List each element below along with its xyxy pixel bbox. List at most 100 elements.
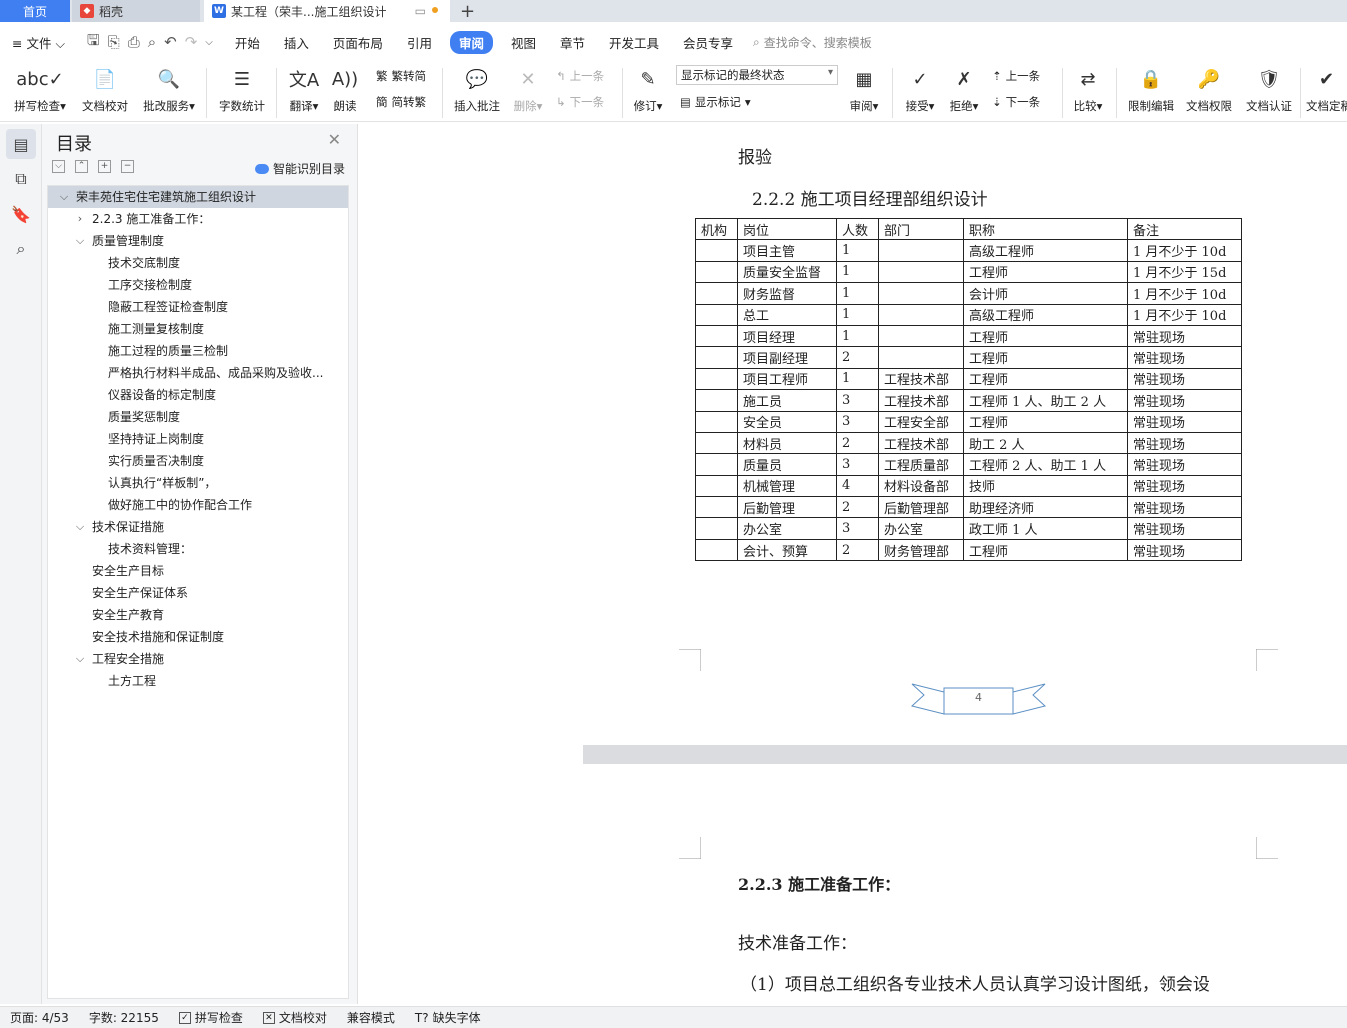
chevron-down-icon[interactable]: ⌵ — [74, 516, 86, 538]
doc-auth-button[interactable]: 🛡 文档认证 — [1242, 64, 1296, 114]
toc-item[interactable]: 安全生产目标 — [48, 560, 348, 582]
toc-item[interactable]: 安全技术措施和保证制度 — [48, 626, 348, 648]
toc-item[interactable]: 工序交接检制度 — [48, 274, 348, 296]
toc-item[interactable]: ⌵ 工程安全措施 — [48, 648, 348, 670]
close-icon[interactable]: ✕ — [328, 130, 341, 149]
track-changes-button[interactable]: ✎ 修订▾ — [628, 64, 668, 114]
toc-item-label: 仪器设备的标定制度 — [108, 388, 217, 402]
undo-icon[interactable]: ↶ — [164, 33, 177, 51]
doc-permission-button[interactable]: 🔑 文档权限 — [1182, 64, 1236, 114]
table-cell: 施工员 — [737, 389, 837, 412]
print-icon[interactable]: ⎙ — [128, 33, 140, 51]
remove-level-icon[interactable]: − — [121, 160, 134, 173]
print-preview-icon[interactable]: ⌕ — [148, 33, 156, 51]
tab-screen-icon[interactable]: ▭ — [415, 4, 426, 18]
toc-item[interactable]: 土方工程 — [48, 670, 348, 692]
status-doc-proof[interactable]: ✕ 文档校对 — [253, 1009, 337, 1026]
next-change-button[interactable]: ⇣ 下一条 — [992, 94, 1040, 110]
menu-tab[interactable]: 视图 — [499, 33, 548, 52]
simp-to-trad-button[interactable]: 簡简转繁 — [376, 94, 426, 110]
toc-item[interactable]: 做好施工中的协作配合工作 — [48, 494, 348, 516]
show-markup-button[interactable]: ▤ 显示标记 ▾ — [680, 94, 751, 110]
export-pdf-icon[interactable]: ⎘ — [108, 33, 120, 51]
toc-panel-icon[interactable]: ▤ — [6, 129, 36, 159]
toc-item[interactable]: 施工测量复核制度 — [48, 318, 348, 340]
customize-chevron-icon[interactable]: ⌵ — [205, 37, 213, 48]
doc-final-button[interactable]: ✔ 文档定稿 — [1306, 64, 1347, 114]
toc-item[interactable]: ⌵ 技术保证措施 — [48, 516, 348, 538]
toc-item[interactable]: ⌵ 质量管理制度 — [48, 230, 348, 252]
toc-item[interactable]: › 2.2.3 施工准备工作： — [48, 208, 348, 230]
page-indicator[interactable]: 页面: 4/53 — [0, 1009, 79, 1026]
toc-item[interactable]: 坚持持证上岗制度 — [48, 428, 348, 450]
toc-item[interactable]: 质量奖惩制度 — [48, 406, 348, 428]
collapse-all-icon[interactable]: ⌃ — [75, 160, 88, 173]
tab-daoke[interactable]: ◆ 稻壳 — [72, 0, 200, 22]
compare-button[interactable]: ⇄ 比较▾ — [1068, 64, 1108, 114]
doc-proof-button[interactable]: 📄 文档校对 — [78, 64, 132, 114]
toc-item[interactable]: 仪器设备的标定制度 — [48, 384, 348, 406]
toc-item[interactable]: 技术交底制度 — [48, 252, 348, 274]
toc-item[interactable]: 安全生产保证体系 — [48, 582, 348, 604]
menu-tab[interactable]: 页面布局 — [321, 33, 395, 52]
table-cell: 工程师 — [963, 410, 1128, 433]
doc-paragraph: （1）项目总工组织各专业技术人员认真学习设计图纸，领会设 — [740, 975, 1210, 995]
trad-to-simp-button[interactable]: 繁繁转简 — [376, 68, 426, 84]
prev-comment-button[interactable]: ↰ 上一条 — [556, 68, 604, 84]
document-page[interactable] — [583, 764, 1347, 1004]
expand-all-icon[interactable]: ⌵ — [52, 160, 65, 173]
prev-change-button[interactable]: ⇡ 上一条 — [992, 68, 1040, 84]
table-header-cell: 备注 — [1127, 217, 1242, 241]
toc-item[interactable]: 隐蔽工程签证检查制度 — [48, 296, 348, 318]
table-cell: 2 — [836, 496, 879, 519]
menu-tab[interactable]: 章节 — [548, 33, 597, 52]
reject-button[interactable]: ✗ 拒绝▾ — [944, 64, 984, 114]
toc-item[interactable]: 认真执行“样板制”， — [48, 472, 348, 494]
toc-item[interactable]: 严格执行材料半成品、成品采购及验收... — [48, 362, 348, 384]
table-row: 项目工程师 1 工程技术部 工程师 常驻现场 — [695, 367, 1242, 391]
command-search[interactable]: ⌕ 查找命令、搜索模板 — [753, 34, 872, 51]
delete-comment-button[interactable]: ✕ 删除▾ — [508, 64, 548, 114]
spell-check-button[interactable]: abc✓ 拼写检查▾ — [8, 64, 72, 114]
status-spell-check[interactable]: ✓ 拼写检查 — [169, 1009, 253, 1026]
bookmark-icon[interactable]: 🔖 — [6, 199, 36, 229]
insert-comment-button[interactable]: 💬 插入批注 — [450, 64, 504, 114]
tab-home[interactable]: 首页 — [0, 0, 70, 22]
review-service-button[interactable]: 🔍 批改服务▾ — [138, 64, 200, 114]
toc-item[interactable]: ⌵ 荣丰苑住宅住宅建筑施工组织设计 — [48, 186, 348, 208]
toc-item[interactable]: 施工过程的质量三检制 — [48, 340, 348, 362]
next-comment-button[interactable]: ↳ 下一条 — [556, 94, 604, 110]
save-icon[interactable]: 🖫 — [87, 30, 100, 55]
chevron-right-icon[interactable]: › — [74, 208, 86, 230]
translate-button[interactable]: 文A 翻译▾ — [284, 64, 324, 114]
menu-tab[interactable]: 插入 — [272, 33, 321, 52]
toc-item[interactable]: 实行质量否决制度 — [48, 450, 348, 472]
restrict-edit-button[interactable]: 🔒 限制编辑 — [1124, 64, 1178, 114]
markup-state-select[interactable]: 显示标记的最终状态 — [676, 65, 838, 85]
new-tab-button[interactable]: + — [450, 0, 485, 22]
add-level-icon[interactable]: + — [98, 160, 111, 173]
word-count-indicator[interactable]: 字数: 22155 — [79, 1009, 169, 1026]
menu-tab[interactable]: 开发工具 — [597, 33, 671, 52]
word-count-button[interactable]: ☰ 字数统计 — [214, 64, 270, 114]
read-aloud-button[interactable]: A)) 朗读 — [328, 64, 362, 114]
chevron-down-icon[interactable]: ⌵ — [58, 186, 70, 208]
missing-font-button[interactable]: T? 缺失字体 — [405, 1009, 491, 1026]
menu-tab[interactable]: 开始 — [223, 33, 272, 52]
menu-tab[interactable]: 引用 — [395, 33, 444, 52]
menu-tab[interactable]: 审阅 — [449, 30, 493, 54]
redo-icon[interactable]: ↷ — [185, 33, 198, 51]
section-heading: 2.2.2 施工项目经理部组织设计 — [752, 190, 988, 210]
file-menu[interactable]: ≡ 文件 ⌵ — [0, 33, 77, 52]
search-panel-icon[interactable]: ⌕ — [6, 234, 36, 264]
review-pane-button[interactable]: ▦ 审阅▾ — [844, 64, 884, 114]
accept-button[interactable]: ✓ 接受▾ — [900, 64, 940, 114]
chevron-down-icon[interactable]: ⌵ — [74, 230, 86, 252]
chapter-nav-icon[interactable]: ⧉ — [6, 164, 36, 194]
toc-item[interactable]: 安全生产教育 — [48, 604, 348, 626]
toc-item[interactable]: 技术资料管理： — [48, 538, 348, 560]
smart-toc-button[interactable]: 智能识别目录 — [254, 160, 345, 177]
tab-document[interactable]: W 某工程（荣丰...施工组织设计 ▭ — [204, 0, 450, 22]
menu-tab[interactable]: 会员专享 — [671, 33, 745, 52]
chevron-down-icon[interactable]: ⌵ — [74, 648, 86, 670]
